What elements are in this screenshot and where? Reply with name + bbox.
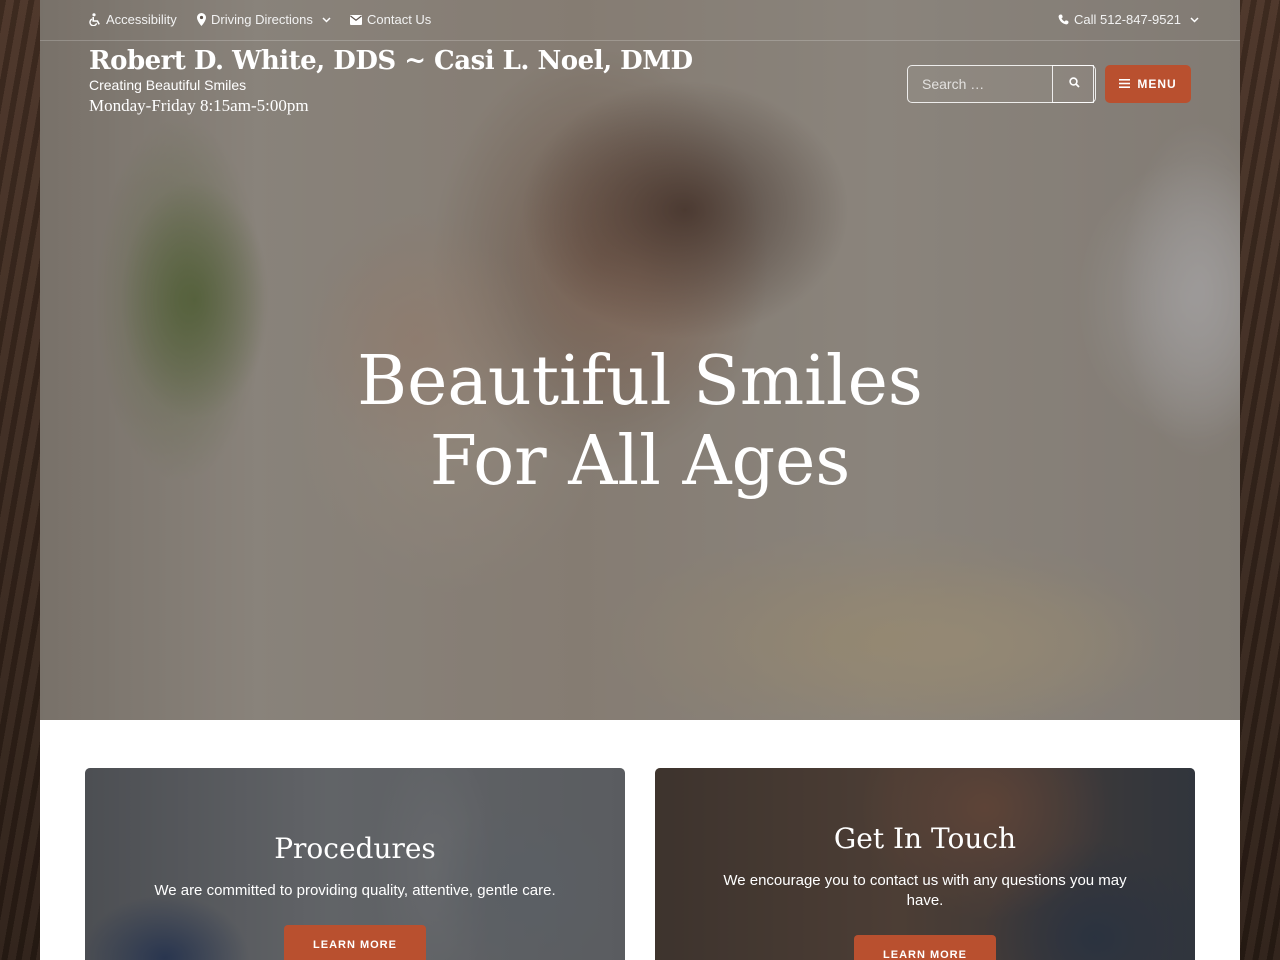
page-container: Accessibility Driving Directions Contact…	[40, 0, 1240, 960]
wheelchair-icon	[89, 13, 101, 26]
menu-label: MENU	[1137, 77, 1177, 91]
map-marker-icon	[197, 13, 206, 26]
get-in-touch-learn-more-button[interactable]: LEARN MORE	[854, 935, 996, 960]
phone-label: Call 512-847-9521	[1074, 12, 1181, 27]
hero-heading: Beautiful Smiles For All Ages	[40, 342, 1240, 502]
menu-button[interactable]: MENU	[1105, 65, 1191, 103]
driving-directions-label: Driving Directions	[211, 12, 313, 27]
get-in-touch-card[interactable]: Get In Touch We encourage you to contact…	[655, 768, 1195, 960]
procedures-card-title: Procedures	[274, 832, 436, 865]
phone-link[interactable]: Call 512-847-9521	[1058, 12, 1199, 27]
site-title[interactable]: Robert D. White, DDS ~ Casi L. Noel, DMD	[89, 46, 693, 76]
site-tagline: Creating Beautiful Smiles	[89, 77, 247, 93]
chevron-down-icon	[322, 16, 331, 23]
search-button[interactable]	[1052, 65, 1096, 103]
chevron-down-icon	[1190, 16, 1199, 23]
hero-heading-line-2: For All Ages	[429, 422, 851, 501]
hero-heading-line-1: Beautiful Smiles	[357, 342, 923, 421]
envelope-icon	[350, 14, 362, 25]
driving-directions-link[interactable]: Driving Directions	[197, 12, 331, 27]
contact-us-link[interactable]: Contact Us	[350, 12, 431, 27]
hamburger-icon	[1119, 77, 1131, 91]
procedures-learn-more-button[interactable]: LEARN MORE	[284, 925, 426, 960]
accessibility-link[interactable]: Accessibility	[89, 12, 177, 27]
get-in-touch-card-text: We encourage you to contact us with any …	[723, 872, 1127, 909]
utility-bar: Accessibility Driving Directions Contact…	[40, 0, 1240, 41]
procedures-card[interactable]: Procedures We are committed to providing…	[85, 768, 625, 960]
search-icon	[1068, 75, 1080, 93]
hero-section: Accessibility Driving Directions Contact…	[40, 0, 1240, 720]
accessibility-label: Accessibility	[106, 12, 177, 27]
procedures-card-text: We are committed to providing quality, a…	[154, 882, 556, 899]
get-in-touch-card-overlay	[655, 768, 1195, 960]
get-in-touch-card-title: Get In Touch	[833, 822, 1017, 855]
phone-icon	[1058, 14, 1069, 25]
contact-us-label: Contact Us	[367, 12, 432, 27]
office-hours: Monday-Friday 8:15am-5:00pm	[89, 96, 309, 115]
